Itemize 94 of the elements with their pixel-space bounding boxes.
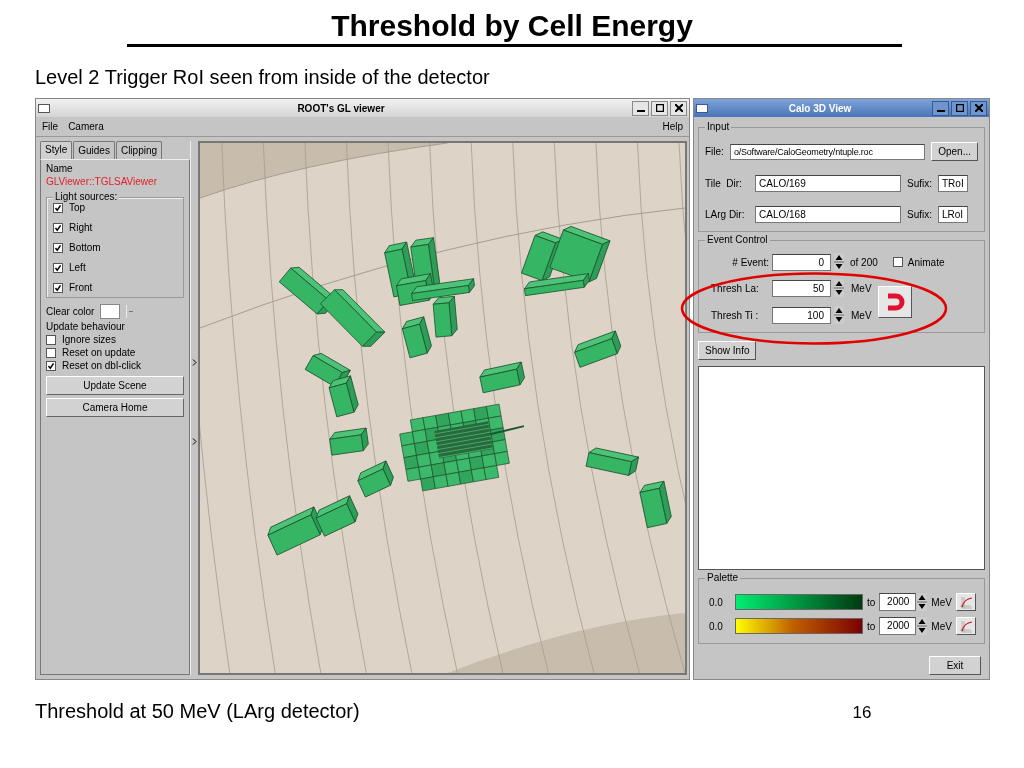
refresh-button[interactable]	[877, 285, 912, 318]
slide-title: Threshold by Cell Energy	[331, 8, 693, 44]
window-icon	[696, 103, 708, 113]
palette-max-field[interactable]: 2000	[879, 593, 917, 611]
group-label: Palette	[705, 572, 741, 583]
menu-item[interactable]: Camera	[68, 121, 104, 132]
palette-max-field[interactable]: 2000	[879, 617, 917, 635]
panel-button[interactable]: Camera Home	[46, 398, 184, 417]
close-button[interactable]	[670, 100, 687, 116]
checkbox[interactable]	[46, 334, 56, 345]
field-label: Thresh Ti :	[711, 309, 760, 321]
maximize-button[interactable]	[651, 100, 668, 116]
checkbox-label: Front	[69, 282, 93, 293]
file-field[interactable]: o/Software/CaloGeometry/ntuple.roc	[729, 143, 926, 160]
field-label: Sufix:	[907, 209, 932, 220]
palette-min: 0.0	[709, 596, 724, 608]
page-number: 16	[852, 703, 872, 723]
close-button[interactable]	[970, 100, 987, 116]
close-icon	[674, 104, 683, 112]
palette-min: 0.0	[709, 620, 724, 632]
checkbox[interactable]	[53, 222, 63, 233]
minimize-button[interactable]	[632, 100, 649, 116]
unit-label: MeV	[851, 309, 872, 321]
checkbox-label: Reset on update	[62, 347, 136, 358]
spin-buttons[interactable]	[834, 253, 844, 271]
clear-color-label: Clear color	[46, 306, 95, 317]
curve-button[interactable]	[955, 593, 976, 611]
checkbox[interactable]	[53, 242, 63, 253]
checkbox[interactable]	[53, 282, 63, 293]
field-label: LArg Dir:	[705, 209, 746, 220]
spin-buttons[interactable]	[917, 593, 928, 611]
checkbox[interactable]	[53, 202, 63, 213]
menu-item[interactable]: Help	[662, 121, 683, 132]
to-label: to	[867, 596, 876, 608]
maximize-icon	[955, 104, 964, 112]
spin-buttons[interactable]	[917, 617, 928, 635]
group-label: Light sources:	[53, 191, 120, 202]
section-label: Update behaviour	[46, 321, 126, 332]
graph-icon	[958, 619, 973, 633]
unit-label: MeV	[931, 620, 952, 632]
minimize-button[interactable]	[932, 100, 949, 116]
checkbox-label: Reset on dbl-click	[62, 360, 141, 371]
window-title: ROOT's GL viewer	[296, 102, 386, 114]
curve-button[interactable]	[955, 617, 976, 635]
suffix-field[interactable]: TRoI	[938, 175, 968, 192]
maximize-button[interactable]	[951, 100, 968, 116]
spin-buttons[interactable]	[834, 306, 844, 324]
slide-subtitle: Level 2 Trigger RoI seen from inside of the detector	[35, 66, 490, 88]
field-label: Tile Dir:	[705, 178, 743, 189]
panel-button[interactable]: Update Scene	[46, 376, 184, 395]
tab[interactable]: Guides	[73, 141, 115, 159]
to-label: to	[867, 620, 876, 632]
event-field[interactable]: 0	[772, 253, 831, 271]
color-swatch[interactable]	[100, 304, 121, 319]
checkbox[interactable]	[53, 262, 63, 273]
window-title: Calo 3D View	[787, 102, 853, 114]
suffix-field[interactable]: LRoI	[938, 206, 968, 223]
threshold-field[interactable]: 50	[772, 279, 831, 297]
viewer-name: GLViewer::TGLSAViewer	[46, 176, 158, 187]
group-label: Event Control	[705, 234, 770, 245]
window-icon	[38, 103, 50, 113]
checkbox-label: Bottom	[69, 242, 101, 253]
directory-field[interactable]: CALO/169	[755, 175, 901, 192]
checkbox[interactable]	[46, 347, 56, 358]
menu-item[interactable]: File	[42, 121, 59, 132]
checkbox-label: Animate	[907, 256, 945, 268]
field-label: # Event:	[731, 256, 769, 268]
unit-label: MeV	[851, 282, 872, 294]
checkbox-label: Ignore sizes	[62, 334, 116, 345]
exit-button[interactable]: Exit	[929, 656, 981, 675]
directory-field[interactable]: CALO/168	[755, 206, 901, 223]
tab[interactable]: Style	[40, 141, 73, 159]
slide-caption: Threshold at 50 MeV (LArg detector)	[35, 700, 360, 723]
dash-icon	[129, 310, 134, 313]
checkbox[interactable]	[46, 360, 56, 371]
dropdown-button[interactable]	[126, 305, 136, 318]
checkbox-label: Right	[69, 222, 93, 233]
group-label: Input	[705, 121, 732, 132]
event-total: of 200	[850, 256, 878, 268]
tab[interactable]: Clipping	[115, 141, 163, 159]
field-label: File:	[705, 146, 724, 157]
name-label: Name	[46, 163, 74, 174]
unit-label: MeV	[931, 596, 952, 608]
spin-buttons[interactable]	[834, 279, 844, 297]
threshold-field[interactable]: 100	[772, 306, 831, 324]
checkbox-label: Top	[69, 202, 86, 213]
checkbox[interactable]	[892, 257, 903, 267]
show-info-button[interactable]: Show Info	[698, 341, 757, 360]
close-icon	[974, 104, 983, 112]
field-label: Sufix:	[907, 178, 932, 189]
maximize-icon	[655, 104, 664, 112]
graph-icon	[958, 595, 973, 609]
checkbox-label: Left	[69, 262, 86, 273]
open-button[interactable]: Open...	[931, 142, 978, 161]
